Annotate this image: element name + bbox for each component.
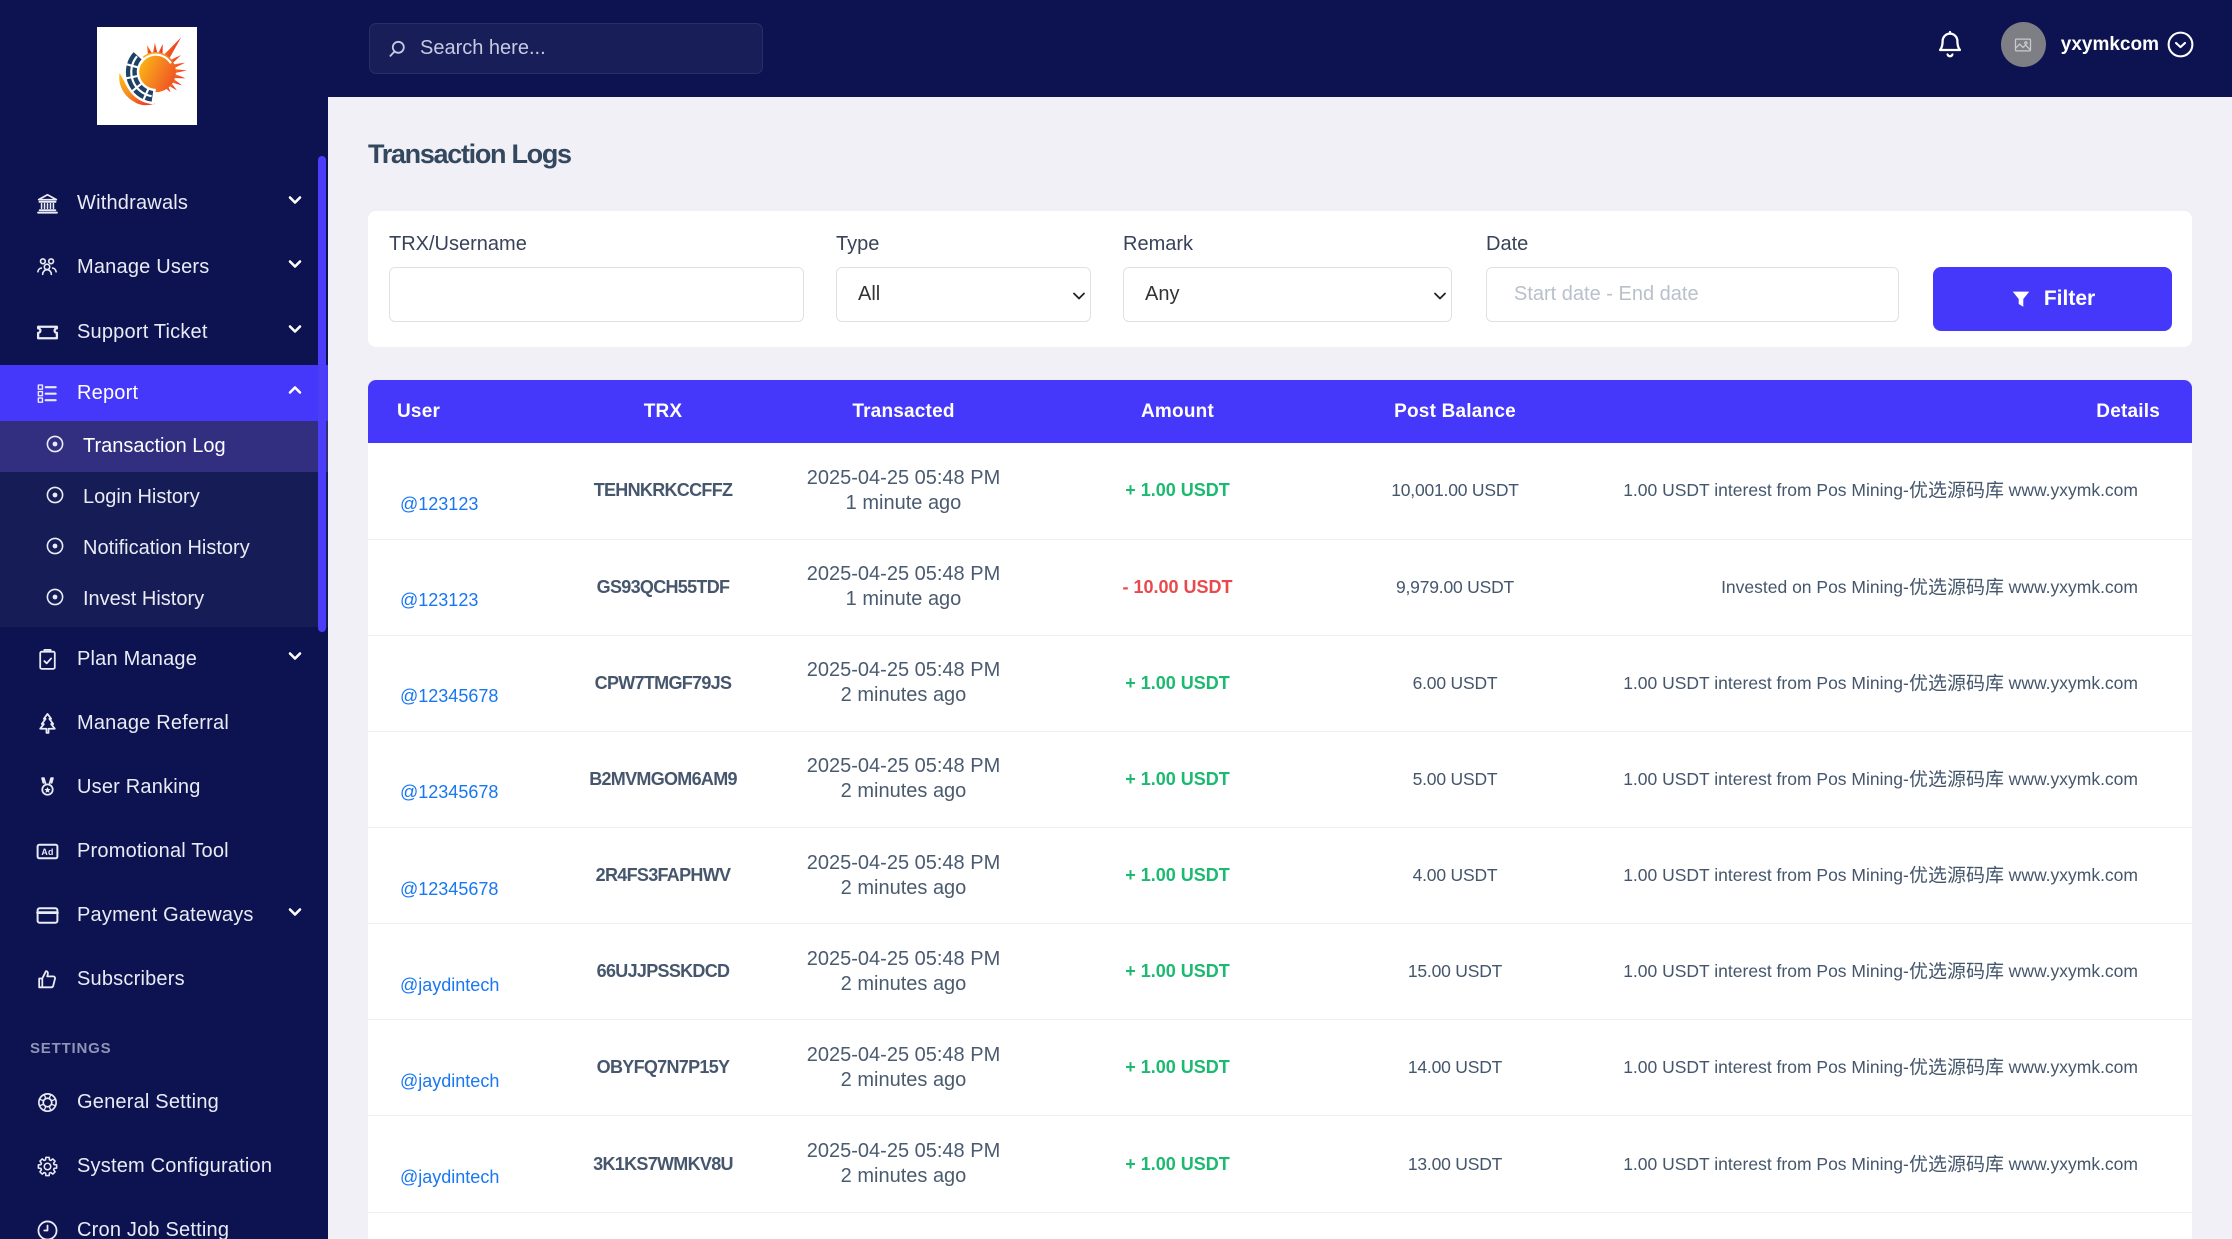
svg-text:Ad: Ad (41, 847, 53, 857)
